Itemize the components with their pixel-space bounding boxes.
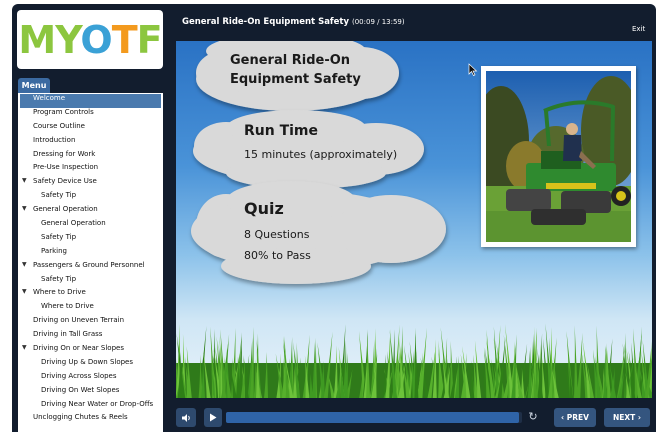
menu-item-label: Driving Across Slopes	[41, 371, 117, 380]
menu-item[interactable]: Driving Up & Down Slopes	[18, 358, 163, 372]
runtime-value: 15 minutes (approximately)	[244, 148, 398, 161]
menu-item-label: Pre-Use Inspection	[33, 163, 99, 172]
course-title-text: General Ride-On Equipment Safety	[182, 17, 349, 27]
expand-arrow-icon[interactable]: ▼	[22, 205, 27, 212]
menu-item-label: Safety Device Use	[33, 177, 97, 186]
playback-time: (00:09 / 13:59)	[352, 18, 405, 26]
menu-item[interactable]: ▼ Where to Drive	[18, 288, 163, 302]
player-controls: ↻ ‹ PREV NEXT ›	[176, 408, 652, 428]
menu-item-label: Dressing for Work	[33, 149, 96, 158]
menu-item-label: Safety Tip	[41, 191, 77, 200]
menu-item[interactable]: ▼ Safety Device Use	[18, 177, 163, 191]
grass-foreground	[176, 323, 652, 398]
play-icon	[210, 413, 217, 422]
menu-item[interactable]: Driving On Wet Slopes	[18, 386, 163, 400]
menu-item-label: Unclogging Chutes & Reels	[33, 413, 128, 422]
menu-item-label: Parking	[41, 246, 67, 255]
menu-item-label: Where to Drive	[41, 302, 94, 311]
quiz-cloud	[191, 181, 446, 284]
menu-item[interactable]: General Operation	[18, 219, 163, 233]
volume-button[interactable]	[176, 408, 196, 427]
menu-item[interactable]: Unclogging Chutes & Reels	[18, 413, 163, 427]
menu-item[interactable]: ▼ Passengers & Ground Personnel	[18, 261, 163, 275]
menu-item-label: Program Controls	[33, 107, 94, 116]
progress-fill	[226, 412, 520, 423]
menu-item-label: General Operation	[41, 219, 106, 228]
menu-item-label: Driving Near Water or Drop-Offs	[41, 399, 154, 408]
menu-item[interactable]: Program Controls	[18, 108, 163, 122]
logo-letter: O	[80, 17, 112, 62]
menu-item[interactable]: Pre-Use Inspection	[18, 163, 163, 177]
logo-letter: M	[18, 17, 56, 62]
slide-title-line1: General Ride-On	[230, 53, 351, 68]
menu-item-label: Passengers & Ground Personnel	[33, 260, 145, 269]
menu-list: Welcome Program Controls Course Outline Int…	[18, 93, 163, 432]
menu-item[interactable]: Dressing for Work	[18, 150, 163, 164]
menu-item-label: Driving in Tall Grass	[33, 330, 103, 339]
logo-letter: T	[111, 17, 138, 62]
menu-item-label: Safety Tip	[41, 274, 77, 283]
menu-tab[interactable]: Menu	[18, 78, 50, 93]
next-button[interactable]: NEXT ›	[604, 408, 650, 427]
menu-item[interactable]: Driving on Uneven Terrain	[18, 316, 163, 330]
menu-item-label: Driving Up & Down Slopes	[41, 357, 134, 366]
mower-photo	[481, 66, 636, 247]
menu-item-label: Welcome	[33, 94, 66, 102]
quiz-heading: Quiz	[244, 199, 284, 218]
menu-item-label: Introduction	[33, 135, 76, 144]
mouse-cursor-icon	[468, 63, 478, 76]
expand-arrow-icon[interactable]: ▼	[22, 177, 27, 184]
replay-icon[interactable]: ↻	[526, 410, 540, 424]
menu-item[interactable]: Course Outline	[18, 122, 163, 136]
menu-item[interactable]: Driving in Tall Grass	[18, 330, 163, 344]
expand-arrow-icon[interactable]: ▼	[22, 288, 27, 295]
riding-mower-image	[486, 71, 631, 242]
menu-item-label: Safety Tip	[41, 232, 77, 241]
menu-item-label: Driving On Wet Slopes	[41, 385, 120, 394]
menu-item[interactable]: Introduction	[18, 136, 163, 150]
slide-stage: General Ride-On Equipment Safety Run Tim…	[176, 41, 652, 398]
expand-arrow-icon[interactable]: ▼	[22, 261, 27, 268]
play-button[interactable]	[204, 408, 222, 427]
menu-item[interactable]: Where to Drive	[18, 302, 163, 316]
speaker-icon	[182, 413, 190, 422]
quiz-questions: 8 Questions	[244, 228, 310, 241]
runtime-heading: Run Time	[244, 123, 319, 139]
menu-item[interactable]: Safety Tip	[18, 233, 163, 247]
menu-item[interactable]: Safety Tip	[18, 275, 163, 289]
menu-item-label: Where to Drive	[33, 288, 86, 297]
menu-item[interactable]: Parking	[18, 247, 163, 261]
exit-button[interactable]: Exit	[632, 25, 645, 33]
menu-item-label: General Operation	[33, 205, 98, 214]
logo-letter: F	[136, 17, 163, 62]
logo-letter: Y	[55, 17, 81, 62]
menu-item[interactable]: Driving Across Slopes	[18, 372, 163, 386]
quiz-pass: 80% to Pass	[244, 249, 311, 262]
menu-item-label: Driving on Uneven Terrain	[33, 316, 125, 325]
menu-item[interactable]: ▼ Driving On or Near Slopes	[18, 344, 163, 358]
slide-title-line2: Equipment Safety	[230, 72, 361, 87]
menu-item[interactable]: Welcome	[20, 94, 161, 108]
menu-item[interactable]: Driving Near Water or Drop-Offs	[18, 400, 163, 414]
menu-item-label: Course Outline	[33, 121, 85, 130]
menu-item[interactable]: Safety Tip	[18, 191, 163, 205]
expand-arrow-icon[interactable]: ▼	[22, 344, 27, 351]
myotf-logo: MYOTF	[17, 10, 163, 69]
progress-bar[interactable]	[226, 412, 522, 423]
menu-item[interactable]: ▼ General Operation	[18, 205, 163, 219]
prev-button[interactable]: ‹ PREV	[554, 408, 596, 427]
menu-item-label: Driving On or Near Slopes	[33, 344, 124, 353]
course-title: General Ride-On Equipment Safety (00:09 /…	[182, 17, 405, 27]
